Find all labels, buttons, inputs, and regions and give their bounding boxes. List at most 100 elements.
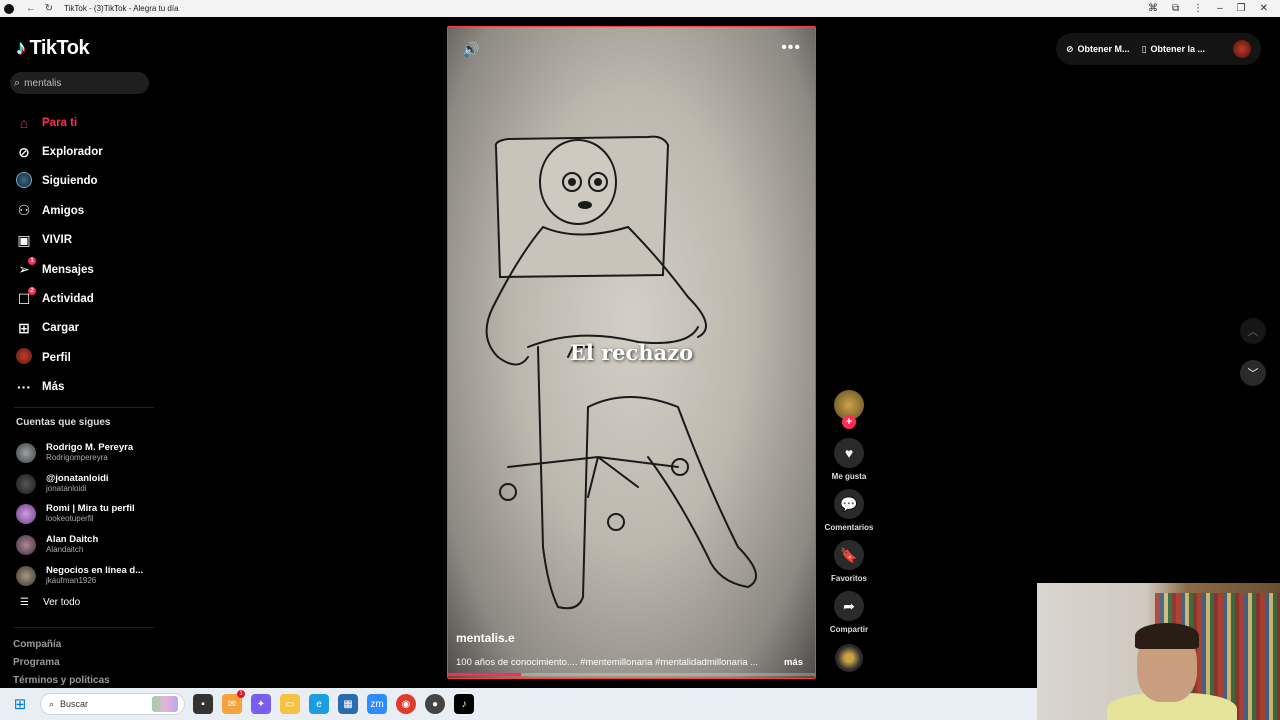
top-right-bar: ⊘ Obtener M... ▯ Obtener la ...	[1056, 33, 1261, 65]
footer-link-company[interactable]: Compañía	[13, 639, 110, 657]
notifications-app-icon[interactable]: ✉ 1	[222, 690, 245, 714]
compass-icon: ⊘	[18, 143, 30, 160]
following-account[interactable]: Alan Daitch Alandaitch	[16, 530, 161, 561]
nav-label: Siguiendo	[42, 175, 98, 188]
webcam-overlay	[1037, 583, 1280, 720]
chrome-icon[interactable]: ◉	[396, 694, 416, 714]
nav-item-mas[interactable]: ··· Más	[14, 373, 159, 402]
file-explorer-icon[interactable]: ▭	[280, 694, 300, 714]
messages-icon: ➢ 1	[14, 257, 36, 278]
minimize-icon[interactable]: –	[1217, 3, 1223, 14]
search-input[interactable]	[24, 77, 135, 89]
tiktok-app-icon	[4, 3, 14, 14]
following-section-title: Cuentas que sigues	[16, 417, 111, 428]
account-name: Alan Daitch	[46, 534, 99, 546]
see-all-link[interactable]: ☰ Ver todo	[20, 597, 80, 608]
like-action[interactable]: ♥ Me gusta	[831, 438, 867, 481]
nav-item-actividad[interactable]: ☐ 2 Actividad	[14, 284, 159, 313]
account-handle: jkaufman1926	[46, 575, 97, 585]
notification-badge: 1	[237, 690, 245, 698]
chevron-down-icon[interactable]: ﹀	[1240, 360, 1266, 386]
profile-icon	[14, 348, 34, 367]
nav-label: Amigos	[42, 204, 85, 217]
account-handle: jonatanloidi	[46, 483, 87, 493]
search-icon: ⌕	[49, 698, 55, 709]
nav-item-vivir[interactable]: ▣ VIVIR	[14, 226, 159, 255]
nav-item-mensajes[interactable]: ➢ 1 Mensajes	[14, 255, 159, 284]
tiktok-taskbar-icon[interactable]: ♪	[454, 694, 474, 714]
edge-icon[interactable]: e	[309, 694, 329, 714]
get-coins-label: Obtener M...	[1077, 44, 1130, 54]
follow-plus-icon[interactable]: +	[842, 415, 856, 429]
store-icon[interactable]: ▦	[338, 694, 358, 714]
following-account[interactable]: @jonatanloidi jonatanloidi	[16, 469, 161, 500]
music-disc-icon[interactable]	[835, 644, 863, 672]
restore-icon[interactable]: ❐	[1237, 3, 1246, 14]
video-author[interactable]: mentalis.e	[456, 631, 515, 645]
following-account[interactable]: Romi | Mira tu perfil lookeotuperfil	[16, 499, 161, 530]
task-view-icon[interactable]: ▪	[193, 694, 213, 714]
windows-taskbar: ⊞ ⌕ Buscar ▪ ✉ 1 ✦ ▭ e ▦ zm ◉ ● ♪	[0, 688, 1037, 720]
get-coins-button[interactable]: ⊘ Obtener M...	[1066, 44, 1130, 55]
comments-action[interactable]: 💬 Comentarios	[825, 489, 873, 532]
share-icon[interactable]: ➦	[833, 591, 864, 621]
chevron-up-icon[interactable]: ︿	[1240, 318, 1266, 344]
nav-item-cargar[interactable]: ⊞ Cargar	[14, 314, 159, 343]
upload-icon: ⊞	[18, 319, 30, 336]
search-box[interactable]: ⌕	[10, 72, 149, 94]
account-name: Rodrigo M. Pereyra	[46, 442, 134, 454]
divider	[14, 407, 154, 408]
creator-avatar[interactable]: +	[834, 390, 864, 429]
heart-icon[interactable]: ♥	[833, 438, 864, 468]
tiktok-logo[interactable]: ♪ TikTok	[16, 37, 90, 60]
avatar	[16, 443, 36, 464]
share-action[interactable]: ➦ Compartir	[830, 591, 868, 634]
tiktok-note-icon: ♪	[16, 37, 26, 59]
phone-icon: ▯	[1141, 43, 1147, 54]
more-link[interactable]: más	[784, 657, 803, 668]
search-highlight-image	[152, 696, 178, 712]
zoom-icon[interactable]: zm	[367, 694, 387, 714]
video-player[interactable]: 🔊 ••• El rechazo mentalis.e 100 años de …	[447, 26, 816, 679]
footer-link-program[interactable]: Programa	[13, 657, 110, 675]
following-account[interactable]: Negocios en línea d... jkaufman1926	[16, 560, 161, 591]
more-options-icon[interactable]: •••	[781, 39, 801, 57]
windows-start-icon[interactable]: ⊞	[0, 688, 40, 720]
favorites-action[interactable]: 🔖 Favoritos	[831, 540, 867, 583]
avatar	[16, 535, 36, 556]
nav-label: Para ti	[42, 116, 78, 129]
like-label: Me gusta	[831, 472, 867, 481]
nav-item-amigos[interactable]: ⚇ Amigos	[14, 196, 159, 225]
account-name: Negocios en línea d...	[46, 564, 144, 576]
following-account[interactable]: Rodrigo M. Pereyra Rodrigompereyra	[16, 438, 161, 469]
nav-label: Más	[42, 381, 65, 394]
friends-icon: ⚇	[17, 202, 31, 219]
window-title: TikTok - (3)TikTok - Alegra tu día	[64, 4, 179, 13]
volume-icon[interactable]: 🔊	[462, 41, 479, 58]
translate-icon[interactable]: ⌘	[1148, 3, 1158, 14]
copilot-icon[interactable]: ✦	[251, 694, 271, 714]
extensions-icon[interactable]: ⧉	[1172, 3, 1179, 14]
divider	[14, 627, 154, 628]
kebab-menu-icon[interactable]: ⋮	[1193, 3, 1203, 14]
video-progress-bar[interactable]	[448, 673, 815, 676]
list-icon: ☰	[20, 597, 29, 608]
obs-icon[interactable]: ●	[425, 694, 445, 714]
nav-item-siguiendo[interactable]: Siguiendo	[14, 167, 159, 196]
refresh-icon[interactable]: ↻	[42, 2, 56, 16]
following-icon	[14, 171, 34, 191]
avatar	[16, 473, 36, 494]
taskbar-apps: ▪ ✉ 1 ✦ ▭ e ▦ zm ◉ ● ♪	[193, 690, 474, 714]
share-label: Compartir	[829, 625, 869, 634]
user-avatar[interactable]	[1233, 40, 1251, 58]
get-app-button[interactable]: ▯ Obtener la ...	[1142, 44, 1205, 55]
nav-item-para-ti[interactable]: ⌂ Para ti	[14, 108, 159, 137]
nav-item-explorador[interactable]: ⊘ Explorador	[14, 137, 159, 166]
bookmark-icon[interactable]: 🔖	[833, 540, 864, 570]
messages-badge: 1	[28, 257, 36, 266]
arrow-left-icon[interactable]: ←	[24, 2, 38, 16]
taskbar-search[interactable]: ⌕ Buscar	[40, 693, 185, 715]
comment-icon[interactable]: 💬	[834, 489, 864, 519]
nav-item-perfil[interactable]: Perfil	[14, 343, 159, 372]
close-window-icon[interactable]: ✕	[1260, 3, 1268, 14]
